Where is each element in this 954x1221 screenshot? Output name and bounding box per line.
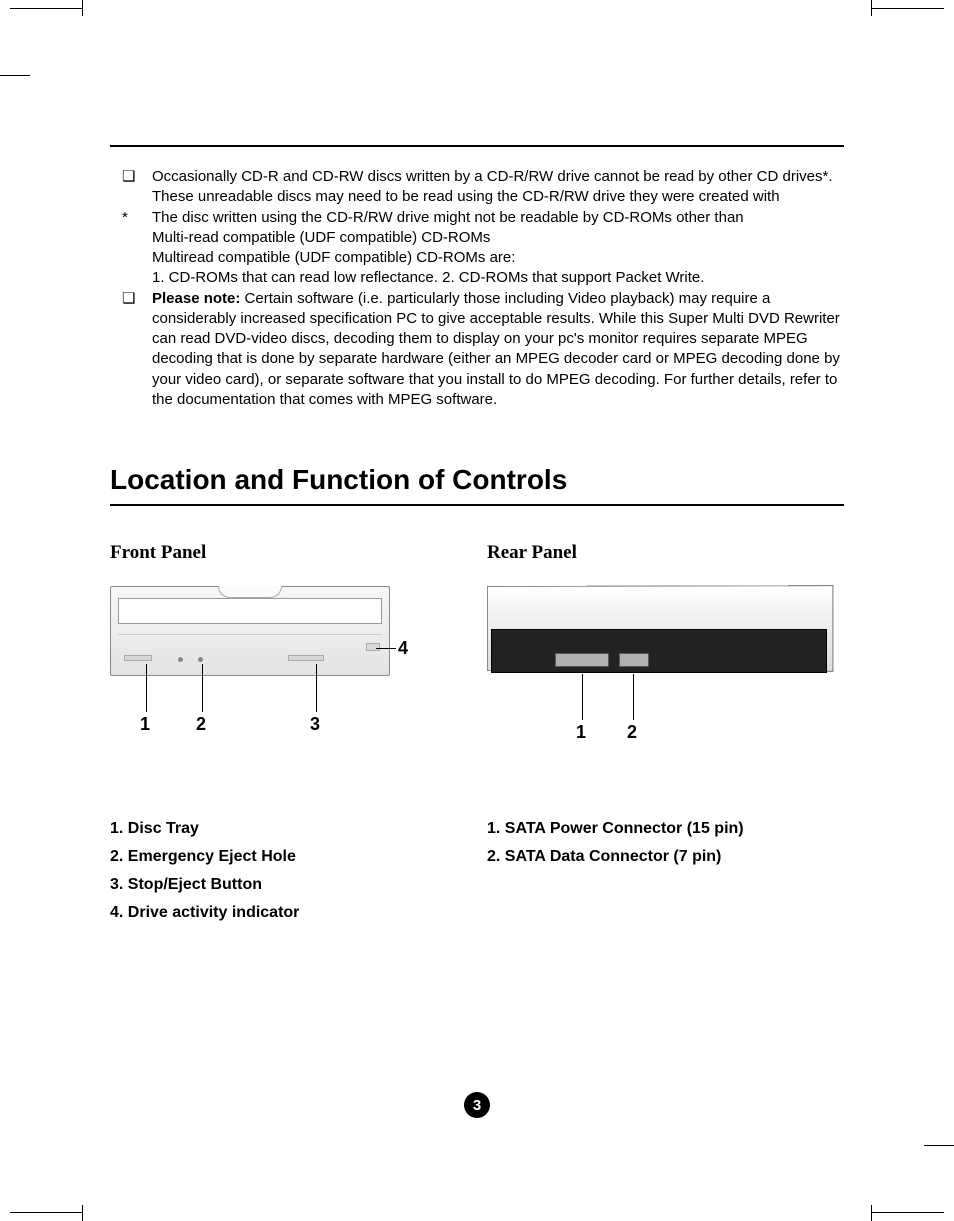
- crop-mark: [82, 1205, 83, 1221]
- callout-label: 2: [196, 714, 206, 735]
- crop-mark: [872, 1212, 944, 1213]
- callout-label: 1: [576, 722, 586, 743]
- crop-mark: [871, 0, 872, 16]
- note-item: ❏ Occasionally CD-R and CD-RW discs writ…: [122, 167, 844, 208]
- crop-mark: [0, 75, 30, 76]
- rear-panel-section: Rear Panel 1 2 1. SATA Power Connector (…: [487, 542, 844, 932]
- page-content: ❏ Occasionally CD-R and CD-RW discs writ…: [82, 75, 872, 1146]
- note-item: * The disc written using the CD-R/RW dri…: [122, 208, 844, 289]
- note-text: These unreadable discs may need to be re…: [152, 187, 844, 207]
- note-text: 1. CD-ROMs that can read low reflectance…: [152, 269, 438, 286]
- front-drive-diagram: [110, 586, 390, 676]
- callout-label: 2: [627, 722, 637, 743]
- crop-mark: [871, 1205, 872, 1221]
- callout-label: 4: [398, 638, 408, 659]
- callout-label: 3: [310, 714, 320, 735]
- crop-mark: [82, 0, 83, 16]
- callout-label: 1: [140, 714, 150, 735]
- page-number: 3: [464, 1092, 490, 1118]
- section-title: Location and Function of Controls: [110, 464, 844, 506]
- legend-item: 2. Emergency Eject Hole: [110, 848, 467, 866]
- notes-list: ❏ Occasionally CD-R and CD-RW discs writ…: [122, 167, 844, 410]
- note-text: 2. CD-ROMs that support Packet Write.: [442, 269, 704, 286]
- legend-item: 1. Disc Tray: [110, 820, 467, 838]
- note-text: Occasionally CD-R and CD-RW discs writte…: [152, 167, 844, 187]
- rear-legend: 1. SATA Power Connector (15 pin) 2. SATA…: [487, 820, 844, 866]
- note-text: Please note: Certain software (i.e. part…: [152, 290, 840, 408]
- legend-item: 4. Drive activity indicator: [110, 904, 467, 922]
- bullet-icon: ❏: [122, 289, 152, 411]
- bullet-icon: ❏: [122, 167, 152, 208]
- divider: [110, 145, 844, 147]
- note-text: Multiread compatible (UDF compatible) CD…: [152, 248, 844, 268]
- note-text: The disc written using the CD-R/RW drive…: [152, 208, 844, 228]
- note-rest: Certain software (i.e. particularly thos…: [152, 290, 840, 408]
- note-lead: Please note:: [152, 290, 240, 307]
- front-legend: 1. Disc Tray 2. Emergency Eject Hole 3. …: [110, 820, 467, 922]
- crop-mark: [872, 8, 944, 9]
- legend-item: 1. SATA Power Connector (15 pin): [487, 820, 844, 838]
- note-text: Multi-read compatible (UDF compatible) C…: [152, 228, 844, 248]
- asterisk-icon: *: [122, 208, 152, 289]
- rear-panel-title: Rear Panel: [487, 542, 844, 564]
- crop-mark: [10, 8, 82, 9]
- crop-mark: [924, 1145, 954, 1146]
- rear-drive-diagram: [487, 586, 827, 701]
- front-panel-title: Front Panel: [110, 542, 467, 564]
- front-panel-section: Front Panel 1: [110, 542, 467, 932]
- legend-item: 3. Stop/Eject Button: [110, 876, 467, 894]
- legend-item: 2. SATA Data Connector (7 pin): [487, 848, 844, 866]
- crop-mark: [10, 1212, 82, 1213]
- note-item: ❏ Please note: Certain software (i.e. pa…: [122, 289, 844, 411]
